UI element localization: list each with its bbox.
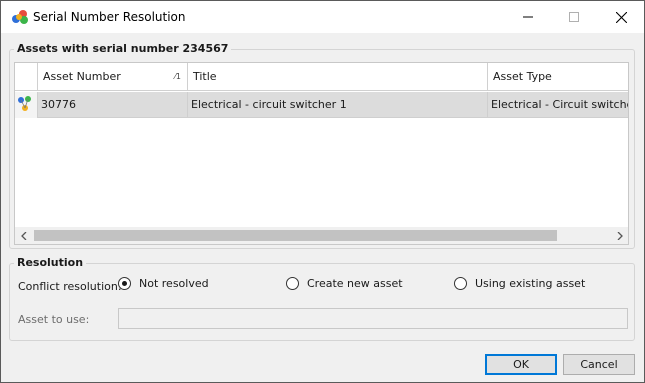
asset-icon [17, 96, 33, 116]
column-header-asset-type[interactable]: Asset Type [488, 63, 628, 91]
radio-unchecked-icon[interactable] [454, 276, 467, 290]
dialog-window: Serial Number Resolution Assets with ser… [0, 0, 645, 383]
column-label: Title [193, 70, 217, 83]
close-icon [615, 11, 627, 23]
column-header-asset-number[interactable]: Asset Number ⁄1 [38, 63, 188, 91]
molecule-app-icon [11, 9, 29, 25]
title-bar[interactable]: Serial Number Resolution [1, 1, 644, 33]
cell-asset-type[interactable]: Electrical - Circuit switchers [488, 92, 628, 118]
scroll-thumb[interactable] [34, 230, 557, 241]
radio-create-new-asset[interactable]: Create new asset [286, 275, 403, 291]
table-row[interactable]: 30776 Electrical - circuit switcher 1 El… [15, 92, 628, 118]
radio-label: Not resolved [139, 276, 209, 290]
maximize-icon [569, 12, 579, 22]
cell-title[interactable]: Electrical - circuit switcher 1 [188, 92, 488, 118]
assets-grid[interactable]: Asset Number ⁄1 Title Asset Type 30776 E… [14, 62, 629, 245]
cancel-button[interactable]: Cancel [563, 354, 635, 375]
radio-not-resolved[interactable]: Not resolved [118, 275, 209, 291]
ok-button[interactable]: OK [485, 354, 557, 375]
scroll-left-button[interactable] [15, 227, 32, 244]
conflict-resolution-label: Conflict resolution: [18, 280, 122, 293]
maximize-button[interactable] [551, 1, 597, 33]
resolution-group-legend: Resolution [14, 256, 87, 269]
chevron-left-icon [20, 231, 26, 240]
chevron-right-icon [617, 231, 623, 240]
window-title: Serial Number Resolution [33, 10, 186, 24]
column-header-title[interactable]: Title [188, 63, 488, 91]
radio-label: Using existing asset [475, 276, 586, 290]
radio-checked-icon[interactable] [118, 276, 131, 290]
horizontal-scrollbar[interactable] [15, 227, 628, 244]
row-indicator [15, 92, 38, 118]
asset-to-use-label: Asset to use: [18, 313, 90, 326]
column-label: Asset Number [43, 70, 121, 83]
minimize-button[interactable] [505, 1, 551, 33]
minimize-icon [523, 16, 533, 18]
grid-header: Asset Number ⁄1 Title Asset Type [15, 63, 628, 91]
radio-unchecked-icon[interactable] [286, 276, 299, 290]
row-indicator-header [15, 63, 38, 91]
assets-group-legend: Assets with serial number 234567 [14, 42, 232, 55]
asset-to-use-field [118, 308, 628, 329]
cell-asset-number[interactable]: 30776 [38, 92, 188, 118]
sort-ascending-icon: ⁄1 [174, 72, 181, 81]
column-label: Asset Type [493, 70, 552, 83]
radio-label: Create new asset [307, 276, 403, 290]
scroll-right-button[interactable] [611, 227, 628, 244]
close-button[interactable] [598, 1, 644, 33]
radio-using-existing-asset[interactable]: Using existing asset [454, 275, 585, 291]
